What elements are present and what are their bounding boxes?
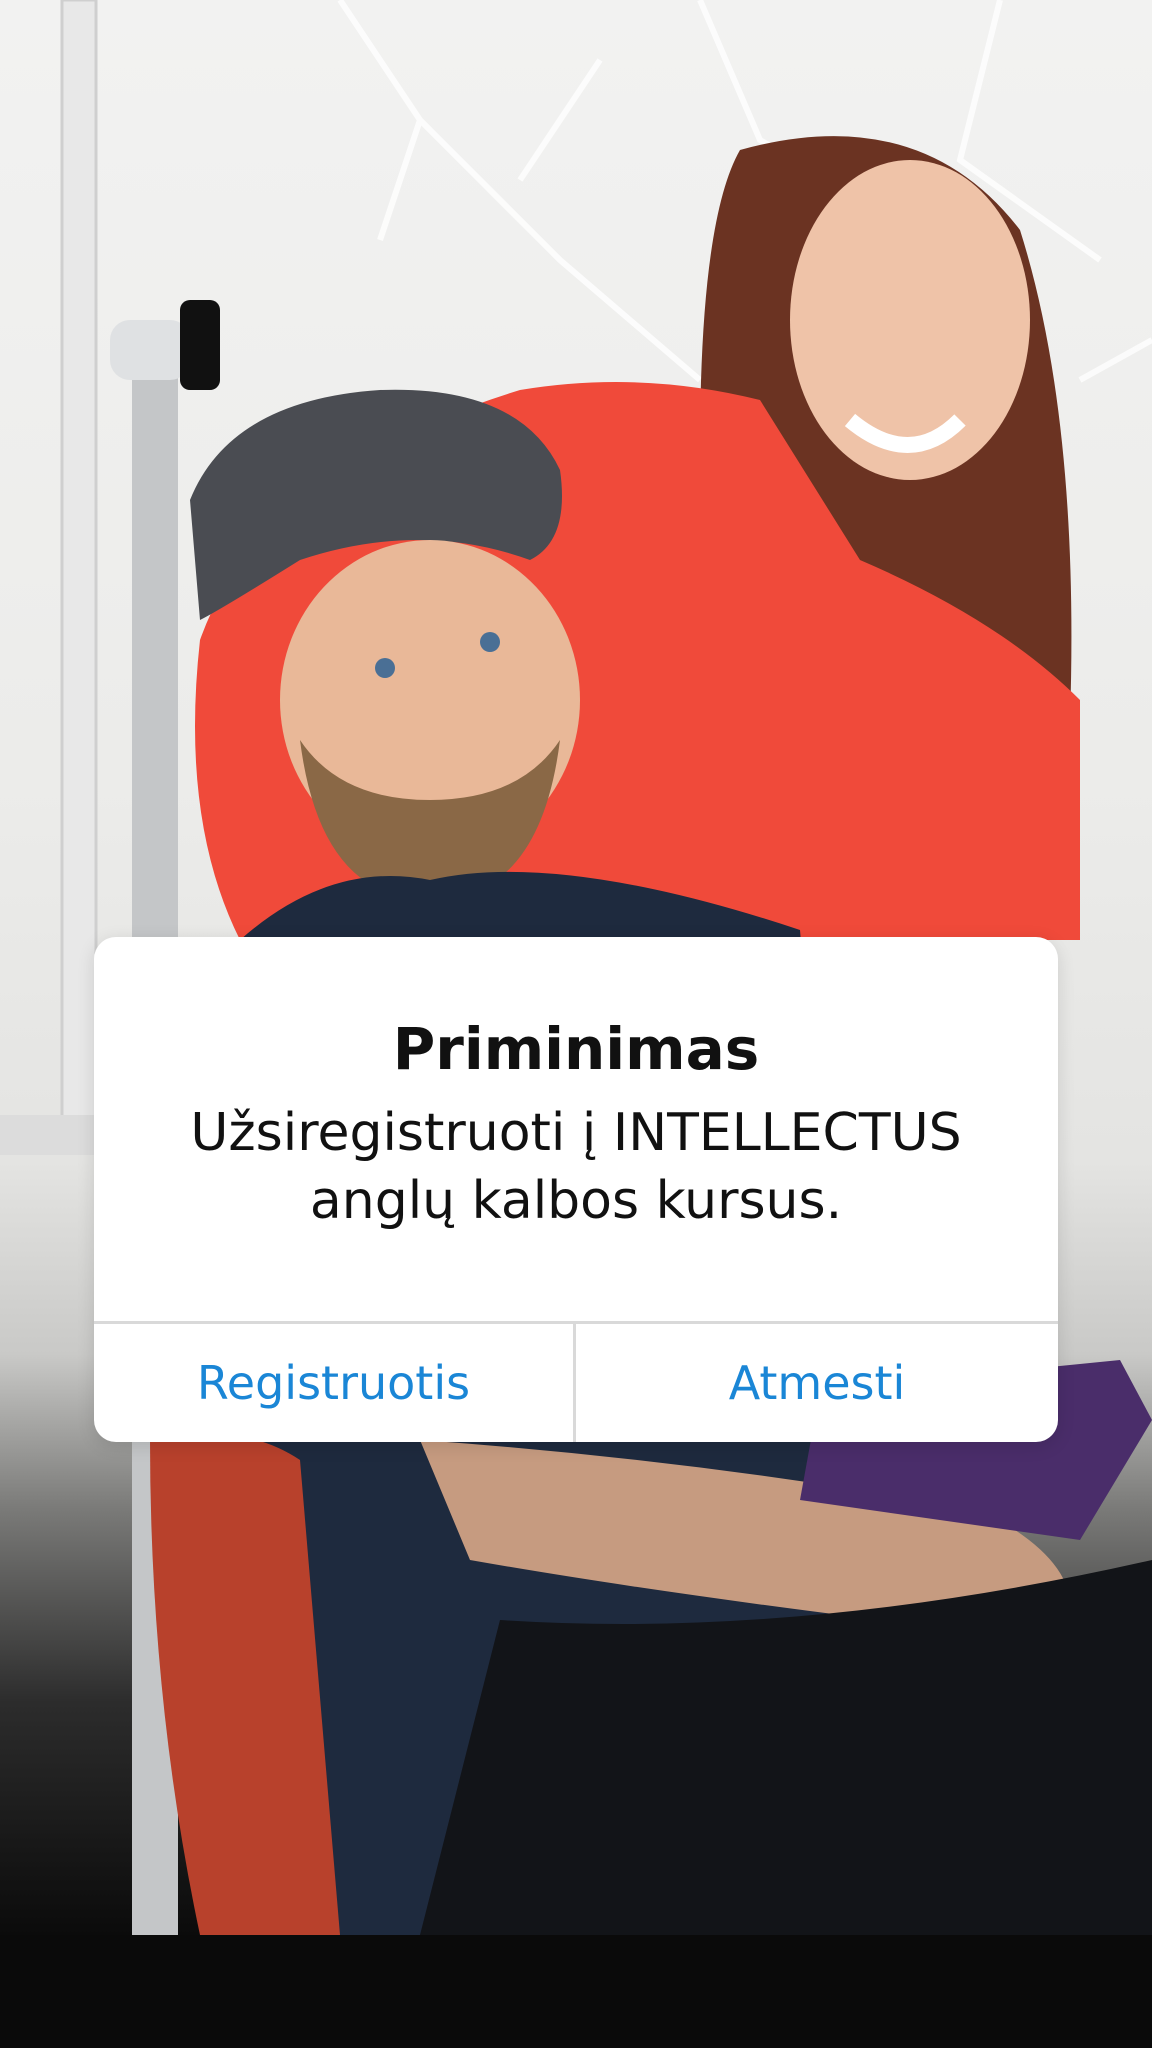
app-screen: Priminimas Užsiregistruoti į INTELLECTUS… xyxy=(0,0,1152,2048)
dialog-title: Priminimas xyxy=(392,1015,760,1083)
bottom-bar xyxy=(0,1935,1152,2048)
register-button[interactable]: Registruotis xyxy=(94,1324,573,1442)
dismiss-button[interactable]: Atmesti xyxy=(576,1324,1058,1442)
dialog-message: Užsiregistruoti į INTELLECTUS anglų kalb… xyxy=(190,1103,962,1231)
reminder-dialog: Priminimas Užsiregistruoti į INTELLECTUS… xyxy=(94,937,1058,1442)
